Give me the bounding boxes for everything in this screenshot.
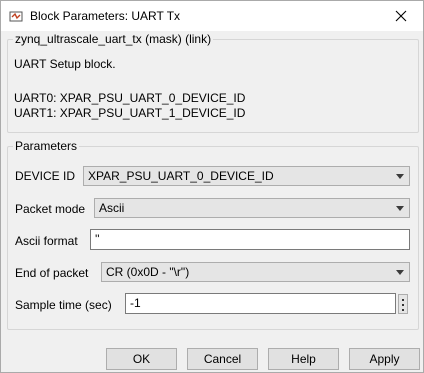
ascii-format-value: '' — [95, 232, 100, 246]
close-button[interactable] — [379, 1, 423, 31]
packet-mode-dropdown[interactable]: Ascii — [94, 198, 410, 218]
ascii-format-field[interactable]: '' — [90, 229, 410, 250]
packet-mode-value: Ascii — [99, 201, 125, 215]
device-id-label: DEVICE ID — [15, 169, 76, 183]
mask-description-group: zynq_ultrascale_uart_tx (mask) (link) UA… — [7, 32, 419, 133]
dialog-window: Block Parameters: UART Tx zynq_ultrascal… — [0, 0, 424, 373]
ok-button[interactable]: OK — [106, 348, 177, 370]
title-bar: Block Parameters: UART Tx — [1, 1, 423, 31]
more-dot-icon — [402, 304, 404, 306]
device-id-dropdown[interactable]: XPAR_PSU_UART_0_DEVICE_ID — [83, 166, 410, 186]
ascii-format-label: Ascii format — [15, 234, 78, 248]
cancel-button[interactable]: Cancel — [187, 348, 258, 370]
end-of-packet-value: CR (0x0D - "\r") — [106, 265, 190, 279]
apply-button[interactable]: Apply — [349, 348, 420, 370]
sample-time-label: Sample time (sec) — [15, 298, 112, 312]
packet-mode-label: Packet mode — [15, 202, 86, 216]
sample-time-field[interactable]: -1 — [125, 293, 396, 314]
parameters-legend: Parameters — [13, 139, 80, 153]
device-id-value: XPAR_PSU_UART_0_DEVICE_ID — [88, 169, 274, 183]
more-options-button[interactable] — [398, 294, 408, 314]
mask-description: UART Setup block. — [14, 57, 116, 71]
mask-legend: zynq_ultrascale_uart_tx (mask) (link) — [13, 32, 214, 46]
more-dot-icon — [402, 299, 404, 301]
sample-time-value: -1 — [130, 296, 141, 310]
chevron-down-icon — [396, 270, 404, 275]
end-of-packet-label: End of packet — [15, 266, 89, 280]
end-of-packet-dropdown[interactable]: CR (0x0D - "\r") — [101, 262, 410, 282]
close-icon — [395, 10, 407, 22]
more-dot-icon — [402, 309, 404, 311]
help-button[interactable]: Help — [268, 348, 339, 370]
uart1-line: UART1: XPAR_PSU_UART_1_DEVICE_ID — [14, 106, 246, 120]
uart0-line: UART0: XPAR_PSU_UART_0_DEVICE_ID — [14, 91, 246, 105]
window-title: Block Parameters: UART Tx — [30, 9, 181, 23]
chevron-down-icon — [396, 174, 404, 179]
simulink-block-icon — [9, 11, 23, 22]
chevron-down-icon — [396, 206, 404, 211]
